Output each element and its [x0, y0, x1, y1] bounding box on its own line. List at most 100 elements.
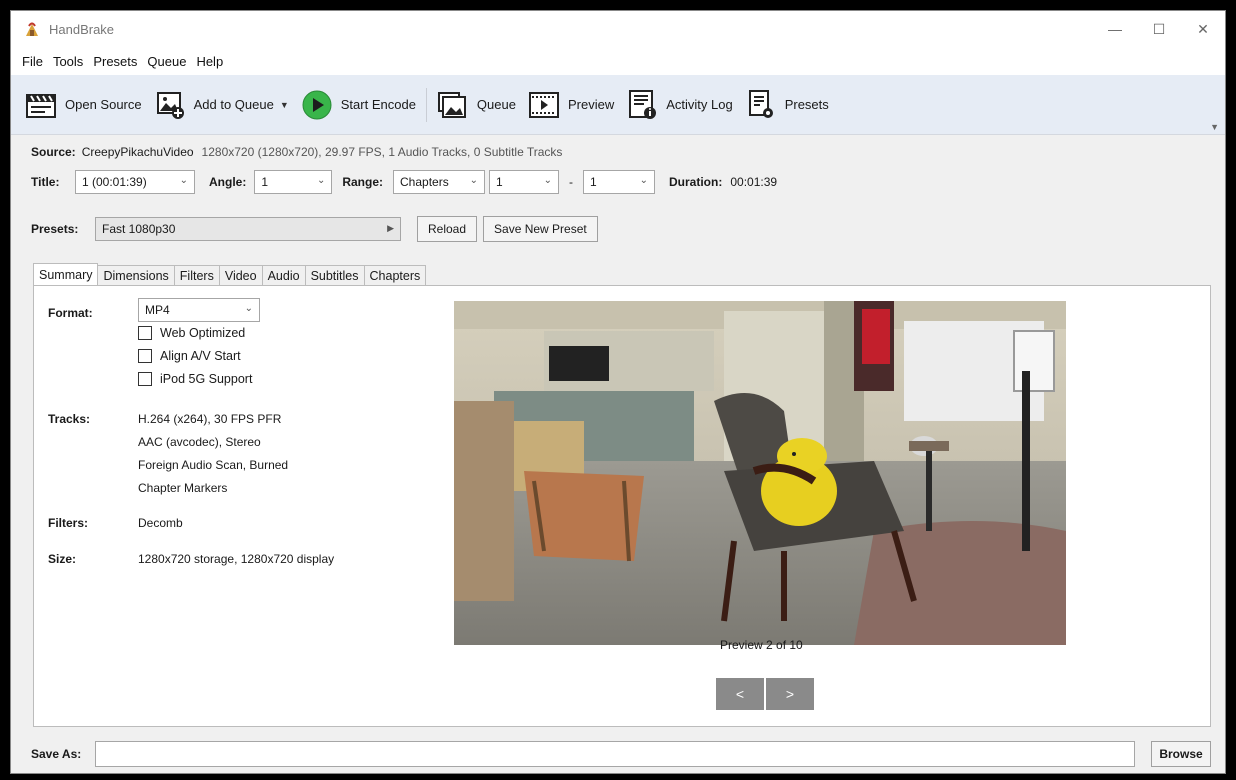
- tab-chapters[interactable]: Chapters: [363, 265, 427, 286]
- start-encode-button[interactable]: Start Encode: [295, 85, 422, 125]
- activity-log-button[interactable]: Activity Log: [620, 85, 738, 125]
- open-source-button[interactable]: Open Source: [19, 85, 148, 125]
- preview-label: Preview: [567, 97, 615, 112]
- range-start-value: 1: [496, 175, 503, 189]
- tab-bar: Summary Dimensions Filters Video Audio S…: [33, 263, 427, 286]
- summary-panel: Format: MP4 ⌄ Web Optimized Align A/V St…: [33, 285, 1211, 727]
- web-optimized-option[interactable]: Web Optimized: [138, 326, 245, 340]
- save-new-preset-button[interactable]: Save New Preset: [483, 216, 598, 242]
- chevron-down-icon: ⌄: [543, 175, 553, 186]
- tab-filters[interactable]: Filters: [173, 265, 220, 286]
- track-chapters: Chapter Markers: [138, 481, 228, 495]
- title-row: Title: 1 (00:01:39) ⌄ Angle: 1 ⌄ Range: …: [31, 169, 777, 195]
- next-preview-button[interactable]: >: [766, 678, 814, 710]
- format-select[interactable]: MP4 ⌄: [138, 298, 260, 322]
- reload-button[interactable]: Reload: [417, 216, 478, 242]
- track-subtitle: Foreign Audio Scan, Burned: [138, 458, 289, 472]
- ipod-5g-support-label: iPod 5G Support: [160, 372, 253, 386]
- menu-tools[interactable]: Tools: [48, 54, 88, 69]
- filters-label: Filters:: [48, 516, 89, 530]
- previous-preview-button[interactable]: <: [716, 678, 764, 710]
- activity-log-label: Activity Log: [666, 97, 733, 112]
- source-label: Source:: [31, 145, 76, 159]
- film-clapper-icon: [25, 89, 57, 121]
- handbrake-window: HandBrake — ☐ ✕ File Tools Presets Queue…: [10, 10, 1226, 774]
- menu-queue[interactable]: Queue: [142, 54, 191, 69]
- tab-dimensions[interactable]: Dimensions: [97, 265, 175, 286]
- title-label: Title:: [31, 175, 60, 189]
- save-as-row: Save As: Browse: [31, 739, 1217, 769]
- title-bar: HandBrake — ☐ ✕: [11, 11, 1225, 47]
- add-to-queue-button[interactable]: Add to Queue ▼: [148, 85, 295, 125]
- tab-subtitles[interactable]: Subtitles: [304, 265, 365, 286]
- duration-label: Duration:: [669, 175, 723, 189]
- preview-button[interactable]: Preview: [522, 85, 620, 125]
- toolbar-overflow-icon[interactable]: ▼: [1210, 122, 1219, 132]
- ipod-5g-support-checkbox[interactable]: [138, 372, 152, 386]
- chevron-down-icon: ⌄: [469, 175, 479, 186]
- source-name: CreepyPikachuVideo: [81, 145, 194, 159]
- queue-button[interactable]: Queue: [431, 85, 522, 125]
- preview-film-icon: [528, 89, 560, 121]
- presets-button[interactable]: Presets: [739, 85, 835, 125]
- maximize-button[interactable]: ☐: [1137, 11, 1181, 47]
- tab-summary[interactable]: Summary: [33, 263, 99, 286]
- angle-select-value: 1: [261, 175, 269, 189]
- chevron-down-icon: ⌄: [639, 175, 649, 186]
- range-type-select[interactable]: Chapters ⌄: [393, 170, 486, 194]
- angle-select[interactable]: 1 ⌄: [254, 170, 333, 194]
- presets-label: Presets: [784, 97, 829, 112]
- chevron-down-icon: ⌄: [316, 175, 326, 186]
- tracks-label: Tracks:: [48, 412, 91, 426]
- source-details: 1280x720 (1280x720), 29.97 FPS, 1 Audio …: [201, 145, 563, 159]
- tab-audio[interactable]: Audio: [261, 265, 306, 286]
- menu-presets[interactable]: Presets: [88, 54, 142, 69]
- window-title: HandBrake: [49, 21, 115, 37]
- range-label: Range:: [342, 175, 384, 189]
- range-dash: -: [569, 175, 574, 189]
- align-av-start-option[interactable]: Align A/V Start: [138, 349, 241, 363]
- minimize-button[interactable]: —: [1093, 11, 1137, 47]
- range-end-select[interactable]: 1 ⌄: [583, 170, 656, 194]
- preview-caption: Preview 2 of 10: [720, 638, 803, 652]
- range-start-select[interactable]: 1 ⌄: [489, 170, 560, 194]
- queue-stack-icon: [437, 89, 469, 121]
- menu-help[interactable]: Help: [191, 54, 228, 69]
- range-end-value: 1: [590, 175, 597, 189]
- preview-image: [454, 301, 1066, 645]
- tab-video[interactable]: Video: [218, 265, 263, 286]
- play-icon: [301, 89, 333, 121]
- queue-label: Queue: [476, 97, 516, 112]
- range-type-value: Chapters: [400, 175, 449, 189]
- align-av-start-label: Align A/V Start: [160, 349, 241, 363]
- web-optimized-checkbox[interactable]: [138, 326, 152, 340]
- activity-log-icon: [626, 89, 658, 121]
- close-button[interactable]: ✕: [1181, 11, 1225, 47]
- browse-button[interactable]: Browse: [1151, 741, 1211, 767]
- web-optimized-label: Web Optimized: [160, 326, 246, 340]
- handbrake-logo-icon: [23, 20, 41, 38]
- presets-row: Presets: Fast 1080p30 ▶ Reload Save New …: [31, 216, 598, 242]
- format-label: Format:: [48, 306, 93, 320]
- title-select[interactable]: 1 (00:01:39) ⌄: [75, 170, 195, 194]
- format-select-value: MP4: [145, 303, 170, 317]
- menu-file[interactable]: File: [17, 54, 48, 69]
- save-as-label: Save As:: [31, 747, 82, 761]
- size-value: 1280x720 storage, 1280x720 display: [138, 552, 335, 566]
- angle-label: Angle:: [209, 175, 247, 189]
- add-to-queue-label: Add to Queue: [193, 97, 274, 112]
- start-encode-label: Start Encode: [340, 97, 416, 112]
- preset-selector[interactable]: Fast 1080p30 ▶: [95, 217, 401, 241]
- add-image-icon: [154, 89, 186, 121]
- align-av-start-checkbox[interactable]: [138, 349, 152, 363]
- ipod-5g-support-option[interactable]: iPod 5G Support: [138, 372, 252, 386]
- size-label: Size:: [48, 552, 77, 566]
- chevron-down-icon[interactable]: ▼: [280, 100, 289, 110]
- menu-bar: File Tools Presets Queue Help: [11, 47, 1225, 75]
- save-as-input[interactable]: [95, 741, 1135, 767]
- chevron-down-icon: ⌄: [244, 303, 253, 314]
- source-row: Source: CreepyPikachuVideo 1280x720 (128…: [31, 139, 562, 165]
- presets-gear-icon: [745, 89, 777, 121]
- toolbar: Open Source Add to Queue ▼ Start Encode …: [11, 75, 1225, 135]
- track-audio: AAC (avcodec), Stereo: [138, 435, 261, 449]
